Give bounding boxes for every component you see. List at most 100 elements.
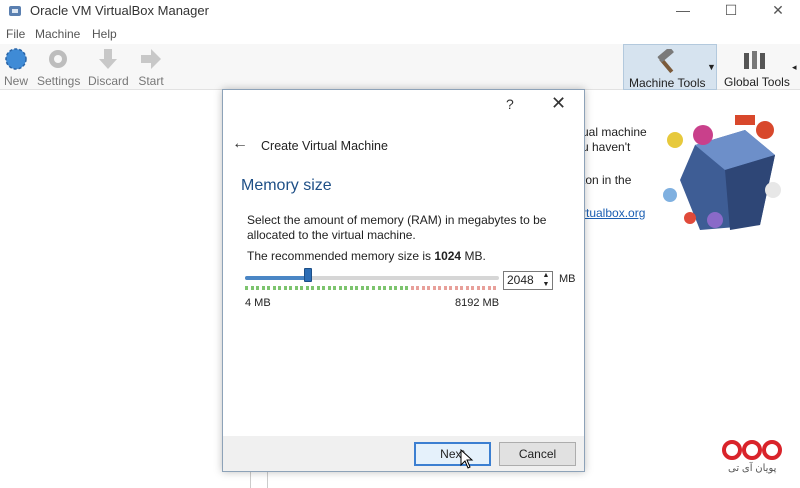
discard-button[interactable]: Discard — [88, 46, 129, 88]
new-button[interactable]: New — [3, 46, 29, 88]
vm-list-panel[interactable] — [0, 91, 220, 488]
slider-tick — [283, 286, 287, 290]
slider-tick — [465, 286, 469, 290]
recommended-value: 1024 — [434, 249, 462, 263]
start-button[interactable]: Start — [136, 46, 166, 88]
slider-tick — [256, 286, 260, 290]
slider-tick — [493, 286, 497, 290]
slider-tick — [261, 286, 265, 290]
slider-tick — [438, 286, 442, 290]
cancel-button[interactable]: Cancel — [499, 442, 576, 466]
slider-tick — [427, 286, 431, 290]
slider-tick — [311, 286, 315, 290]
global-tools-button[interactable]: Global Tools — [719, 44, 791, 90]
slider-tick — [388, 286, 392, 290]
create-vm-dialog: ? ✕ ← Create Virtual Machine Memory size… — [222, 89, 585, 472]
slider-tick — [443, 286, 447, 290]
close-window-button[interactable]: ✕ — [755, 0, 800, 22]
global-tools-label: Global Tools — [724, 75, 790, 89]
page-heading: Memory size — [241, 177, 332, 194]
dialog-body: ← Create Virtual Machine Memory size Sel… — [223, 120, 584, 436]
recommended-memory-text: The recommended memory size is 1024 MB. — [247, 249, 486, 263]
next-button[interactable]: Next — [414, 442, 491, 466]
vm-list-scrollbar-fragment — [250, 470, 268, 488]
machine-tools-label: Machine Tools — [629, 76, 706, 90]
slider-tick — [267, 286, 271, 290]
slider-tick — [333, 286, 337, 290]
memory-size-input[interactable] — [504, 272, 540, 289]
spin-up-icon[interactable]: ▲ — [540, 272, 552, 280]
slider-min-label: 4 MB — [245, 297, 271, 309]
menu-machine[interactable]: Machine — [35, 27, 80, 41]
wizard-title: Create Virtual Machine — [261, 139, 388, 153]
memory-slider-ticks — [245, 286, 499, 290]
slider-tick — [245, 286, 248, 290]
welcome-line-2: u haven't — [582, 140, 631, 154]
slider-tick — [394, 286, 398, 290]
slider-tick — [344, 286, 348, 290]
slider-tick — [449, 286, 453, 290]
slider-max-label: 8192 MB — [455, 297, 500, 309]
machine-tools-dropdown-icon[interactable]: ▼ — [707, 62, 716, 72]
virtualbox-app-icon — [9, 6, 21, 16]
memory-spinbox: ▲ ▼ — [503, 271, 553, 290]
slider-tick — [322, 286, 326, 290]
discard-label: Discard — [88, 74, 129, 88]
recommended-suffix: MB. — [461, 249, 486, 263]
menu-help[interactable]: Help — [92, 27, 117, 41]
slider-tick — [399, 286, 403, 290]
welcome-text: ual machine u haven't ton in the rtualbo… — [582, 125, 652, 221]
start-arrow-right-icon — [141, 49, 161, 69]
maximize-button[interactable]: ☐ — [708, 0, 754, 22]
spin-down-icon[interactable]: ▼ — [540, 281, 552, 289]
minimize-button[interactable]: — — [660, 0, 706, 22]
new-label: New — [3, 74, 28, 88]
global-tools-icon — [744, 51, 765, 69]
slider-tick — [432, 286, 436, 290]
discard-arrow-down-icon — [99, 49, 117, 69]
slider-tick — [482, 286, 486, 290]
brand-logo-text: پویان آی تی — [728, 463, 777, 474]
window-titlebar: Oracle VM VirtualBox Manager — ☐ ✕ — [0, 0, 800, 22]
memory-slider-fill — [245, 276, 309, 280]
start-label: Start — [138, 74, 164, 88]
settings-button[interactable]: Settings — [37, 46, 81, 88]
back-arrow-icon[interactable]: ← — [232, 135, 248, 153]
help-button[interactable]: ? — [506, 96, 514, 112]
memory-slider-handle[interactable] — [304, 268, 313, 282]
slider-tick — [405, 286, 409, 290]
recommended-prefix: The recommended memory size is — [247, 249, 435, 263]
slider-tick — [366, 286, 370, 290]
virtualbox-link[interactable]: rtualbox.org — [582, 206, 652, 221]
slider-tick — [476, 286, 480, 290]
slider-tick — [416, 286, 420, 290]
mouse-cursor-icon — [460, 449, 474, 469]
slider-tick — [410, 286, 414, 290]
slider-tick — [305, 286, 309, 290]
dialog-close-button[interactable]: ✕ — [551, 93, 566, 114]
hammer-icon — [657, 49, 674, 74]
slider-tick — [300, 286, 304, 290]
machine-tools-button[interactable]: Machine Tools — [623, 44, 717, 90]
slider-tick — [487, 286, 491, 290]
slider-tick — [250, 286, 254, 290]
dialog-titlebar: ? ✕ — [223, 90, 584, 120]
settings-gear-icon — [49, 50, 67, 68]
slider-tick — [454, 286, 458, 290]
slider-tick — [460, 286, 464, 290]
slider-tick — [372, 286, 375, 290]
slider-tick — [349, 286, 353, 290]
slider-tick — [294, 286, 298, 290]
slider-tick — [272, 286, 276, 290]
toolbar-overflow-icon[interactable]: ◂ — [792, 62, 797, 73]
window-title: Oracle VM VirtualBox Manager — [30, 3, 209, 18]
slider-tick — [278, 286, 282, 290]
slider-tick — [377, 286, 381, 290]
slider-tick — [383, 286, 387, 290]
memory-description: Select the amount of memory (RAM) in meg… — [247, 213, 547, 242]
slider-tick — [327, 286, 331, 290]
settings-label: Settings — [37, 74, 81, 88]
slider-tick — [355, 286, 359, 290]
menu-file[interactable]: File — [6, 27, 25, 41]
slider-tick — [360, 286, 364, 290]
